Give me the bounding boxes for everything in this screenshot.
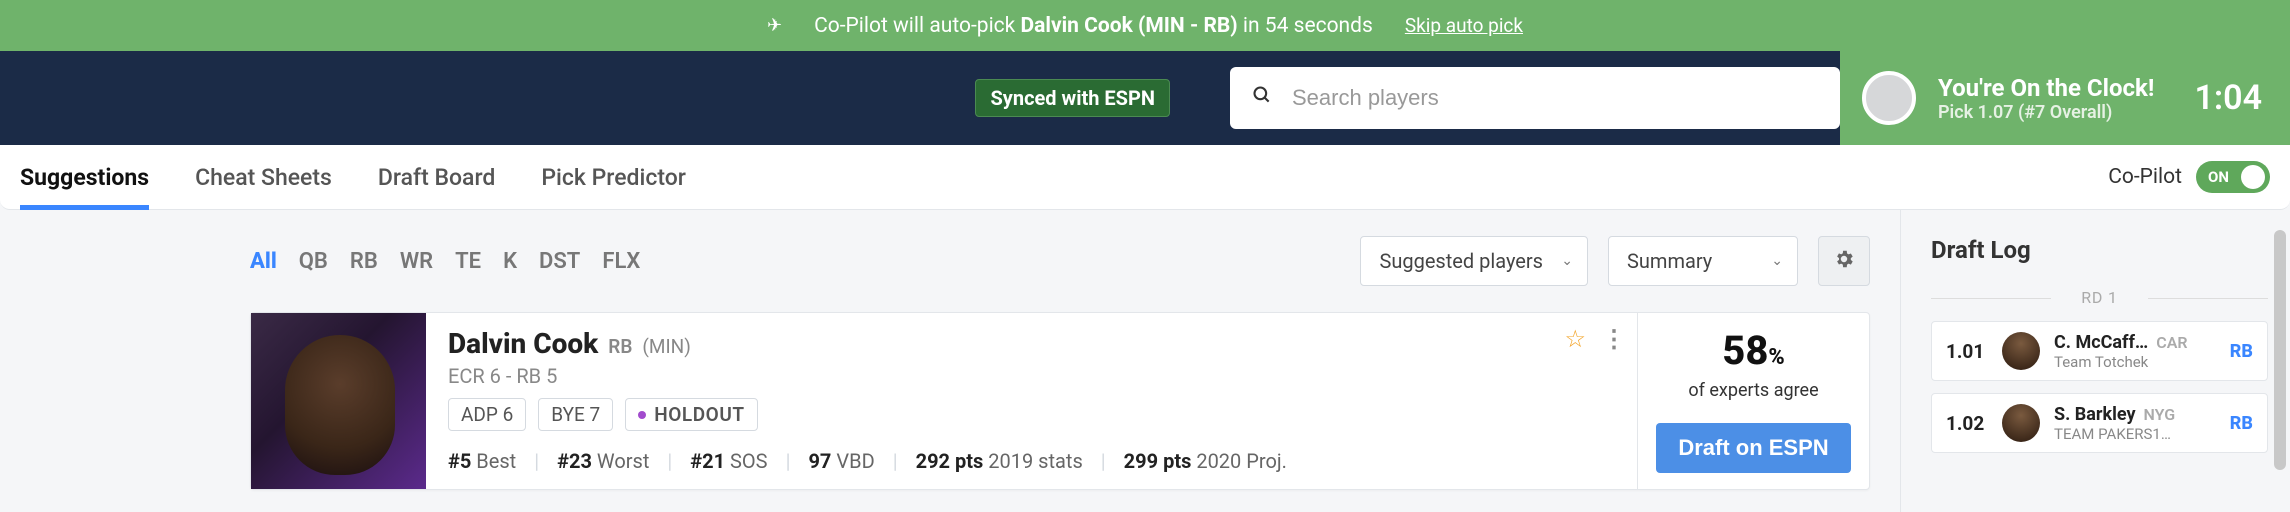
copilot-banner: ✈ Co-Pilot will auto-pick Dalvin Cook (M… bbox=[0, 0, 2290, 51]
content: All QB RB WR TE K DST FLX Suggested play… bbox=[0, 210, 2290, 512]
stat-best-val: #5 bbox=[448, 449, 471, 473]
log-player-avatar bbox=[2002, 404, 2040, 442]
tabbar: Suggestions Cheat Sheets Draft Board Pic… bbox=[0, 145, 2290, 210]
sync-badge: Synced with ESPN bbox=[975, 79, 1170, 117]
bye-tag: BYE 7 bbox=[538, 398, 613, 431]
suggested-dropdown-label: Suggested players bbox=[1379, 249, 1543, 273]
draft-log-title: Draft Log bbox=[1931, 236, 2268, 264]
suggestions-panel: All QB RB WR TE K DST FLX Suggested play… bbox=[0, 210, 1900, 512]
settings-button[interactable] bbox=[1818, 236, 1870, 286]
holdout-label: HOLDOUT bbox=[654, 403, 744, 426]
clock-pick-label: Pick 1.07 (#7 Overall) bbox=[1938, 102, 2154, 123]
draft-log-item[interactable]: 1.02 S. Barkley NYG TEAM PAKERS1… RB bbox=[1931, 393, 2268, 453]
expert-pct-symbol: % bbox=[1768, 345, 1784, 370]
summary-dropdown[interactable]: Summary ⌄ bbox=[1608, 236, 1798, 286]
team-avatar bbox=[1862, 71, 1916, 125]
favorite-star-icon[interactable]: ☆ bbox=[1564, 325, 1586, 353]
pos-filter-k[interactable]: K bbox=[503, 249, 517, 274]
pos-filter-qb[interactable]: QB bbox=[299, 249, 328, 274]
player-position: RB bbox=[608, 335, 632, 358]
copilot-toggle-label: Co-Pilot bbox=[2108, 165, 2182, 189]
stat-vbd-lbl: VBD bbox=[836, 449, 874, 473]
pos-filter-flx[interactable]: FLX bbox=[602, 249, 640, 274]
tab-suggestions[interactable]: Suggestions bbox=[20, 145, 149, 209]
stat-worst-lbl: Worst bbox=[597, 449, 650, 473]
holdout-tag: HOLDOUT bbox=[625, 398, 757, 431]
stat-worst-val: #23 bbox=[557, 449, 592, 473]
copilot-msg-player: Dalvin Cook (MIN - RB) bbox=[1021, 14, 1238, 38]
stat-2020-val: 299 pts bbox=[1124, 449, 1192, 473]
tab-cheat-sheets[interactable]: Cheat Sheets bbox=[195, 145, 332, 209]
draft-log-item[interactable]: 1.01 C. McCaff… CAR Team Totchek RB bbox=[1931, 321, 2268, 381]
player-team: (MIN) bbox=[642, 335, 690, 358]
draft-on-espn-button[interactable]: Draft on ESPN bbox=[1656, 423, 1850, 473]
position-filters: All QB RB WR TE K DST FLX bbox=[250, 249, 640, 274]
search-input[interactable] bbox=[1292, 67, 1818, 129]
adp-tag: ADP 6 bbox=[448, 398, 526, 431]
search-box[interactable] bbox=[1230, 67, 1840, 129]
log-owner: Team Totchek bbox=[2054, 353, 2188, 371]
player-name[interactable]: Dalvin Cook bbox=[448, 327, 598, 360]
stat-2020-lbl: 2020 Proj. bbox=[1196, 449, 1287, 473]
status-dot-icon bbox=[638, 411, 646, 419]
suggested-dropdown[interactable]: Suggested players ⌄ bbox=[1360, 236, 1588, 286]
chevron-down-icon: ⌄ bbox=[1771, 253, 1783, 269]
pos-filter-te[interactable]: TE bbox=[455, 249, 481, 274]
stat-best-lbl: Best bbox=[476, 449, 516, 473]
round-label: RD 1 bbox=[1931, 288, 2268, 307]
log-pick-number: 1.01 bbox=[1946, 340, 1988, 363]
log-owner: TEAM PAKERS1… bbox=[2054, 425, 2175, 443]
stat-2019-val: 292 pts bbox=[916, 449, 984, 473]
log-player-name: S. Barkley bbox=[2054, 404, 2136, 425]
copilot-msg-prefix: Co-Pilot will auto-pick bbox=[814, 14, 1020, 38]
expert-pct-value: 58 bbox=[1722, 327, 1768, 374]
tab-pick-predictor[interactable]: Pick Predictor bbox=[541, 145, 686, 209]
log-player-name: C. McCaff… bbox=[2054, 332, 2148, 353]
chevron-down-icon: ⌄ bbox=[1561, 253, 1573, 269]
log-player-team: CAR bbox=[2156, 333, 2187, 352]
pos-filter-wr[interactable]: WR bbox=[400, 249, 433, 274]
log-position: RB bbox=[2230, 341, 2253, 362]
on-the-clock-panel: You're On the Clock! Pick 1.07 (#7 Overa… bbox=[1840, 51, 2290, 145]
stat-vbd-val: 97 bbox=[808, 449, 831, 473]
copilot-msg-suffix: in 54 seconds bbox=[1238, 14, 1373, 38]
tab-draft-board[interactable]: Draft Board bbox=[378, 145, 495, 209]
copilot-toggle[interactable]: ON bbox=[2196, 161, 2270, 193]
player-photo bbox=[251, 313, 426, 489]
player-card: ☆ ⋮ Dalvin Cook RB (MIN) ECR 6 - RB 5 AD… bbox=[250, 312, 1870, 490]
pos-filter-rb[interactable]: RB bbox=[350, 249, 378, 274]
pos-filter-dst[interactable]: DST bbox=[539, 249, 580, 274]
log-pick-number: 1.02 bbox=[1946, 412, 1988, 435]
summary-dropdown-label: Summary bbox=[1627, 249, 1712, 273]
navbar: Synced with ESPN You're On the Clock! Pi… bbox=[0, 51, 2290, 145]
copilot-message: Co-Pilot will auto-pick Dalvin Cook (MIN… bbox=[814, 14, 1373, 38]
toggle-knob bbox=[2241, 165, 2265, 189]
scrollbar[interactable] bbox=[2274, 230, 2286, 470]
clock-timer: 1:04 bbox=[2194, 78, 2262, 118]
draft-log-panel: Draft Log RD 1 1.01 C. McCaff… CAR Team … bbox=[1900, 210, 2290, 512]
pos-filter-all[interactable]: All bbox=[250, 249, 277, 274]
clock-headline: You're On the Clock! bbox=[1938, 74, 2154, 102]
more-menu-icon[interactable]: ⋮ bbox=[1602, 325, 1623, 353]
airplane-icon: ✈ bbox=[767, 15, 782, 36]
log-position: RB bbox=[2230, 413, 2253, 434]
filter-row: All QB RB WR TE K DST FLX Suggested play… bbox=[250, 236, 1870, 286]
skip-auto-pick-link[interactable]: Skip auto pick bbox=[1405, 14, 1523, 37]
log-player-team: NYG bbox=[2144, 405, 2176, 424]
expert-box: 58% of experts agree Draft on ESPN bbox=[1637, 313, 1869, 489]
copilot-toggle-state: ON bbox=[2208, 168, 2229, 186]
gear-icon bbox=[1833, 248, 1855, 274]
stat-sos-lbl: SOS bbox=[730, 449, 768, 473]
stat-sos-val: #21 bbox=[690, 449, 725, 473]
player-main: ☆ ⋮ Dalvin Cook RB (MIN) ECR 6 - RB 5 AD… bbox=[426, 313, 1637, 489]
player-stats-row: #5 Best | #23 Worst | #21 SOS | 97 VBD |… bbox=[448, 449, 1619, 473]
expert-label: of experts agree bbox=[1688, 380, 1818, 401]
stat-2019-lbl: 2019 stats bbox=[988, 449, 1083, 473]
search-icon bbox=[1252, 85, 1272, 111]
player-ecr: ECR 6 - RB 5 bbox=[448, 364, 1619, 388]
log-player-avatar bbox=[2002, 332, 2040, 370]
